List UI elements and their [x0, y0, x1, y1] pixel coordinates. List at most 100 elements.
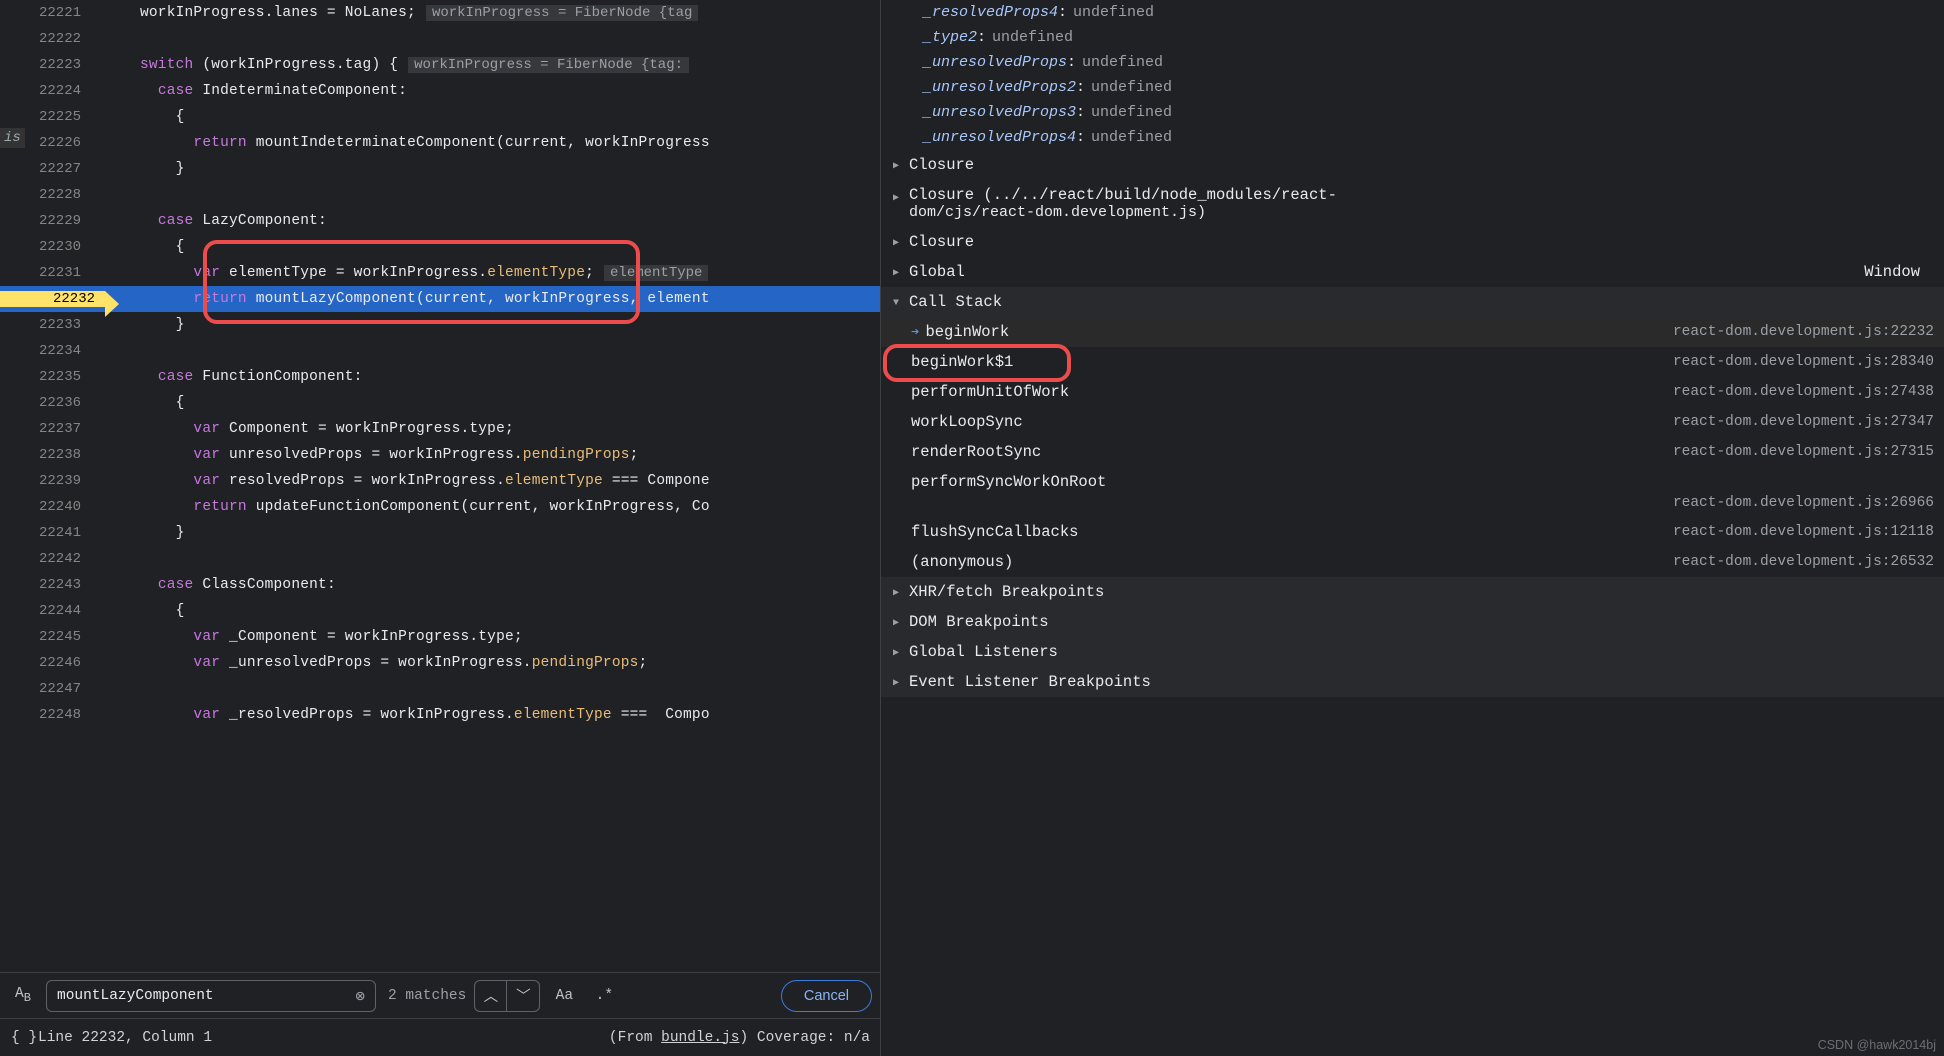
find-input[interactable]: [57, 988, 355, 1004]
code-content[interactable]: case FunctionComponent:: [140, 369, 363, 385]
pretty-print-icon[interactable]: { }: [10, 1030, 38, 1046]
callstack-header[interactable]: Call Stack: [881, 287, 1944, 317]
code-line[interactable]: 22244 {: [0, 598, 880, 624]
code-content[interactable]: var unresolvedProps = workInProgress.pen…: [140, 447, 639, 463]
find-prev-icon[interactable]: ︿: [475, 981, 507, 1011]
code-content[interactable]: var resolvedProps = workInProgress.eleme…: [140, 473, 710, 489]
clear-icon[interactable]: ⊗: [355, 986, 365, 1006]
code-line[interactable]: 22233 }: [0, 312, 880, 338]
callstack-frame[interactable]: beginWork$1react-dom.development.js:2834…: [881, 347, 1944, 377]
code-content[interactable]: }: [140, 525, 185, 541]
callstack-frame[interactable]: performUnitOfWorkreact-dom.development.j…: [881, 377, 1944, 407]
code-content[interactable]: {: [140, 239, 185, 255]
line-number[interactable]: 22242: [0, 551, 105, 567]
debug-section[interactable]: Event Listener Breakpoints: [881, 667, 1944, 697]
callstack-frame[interactable]: ➔beginWorkreact-dom.development.js:22232: [881, 317, 1944, 347]
code-content[interactable]: }: [140, 161, 185, 177]
line-number[interactable]: 22225: [0, 109, 105, 125]
debug-section[interactable]: XHR/fetch Breakpoints: [881, 577, 1944, 607]
line-number[interactable]: 22232: [0, 291, 105, 307]
scope-closure-2[interactable]: Closure (../../react/build/node_modules/…: [881, 180, 1944, 227]
code-content[interactable]: return mountLazyComponent(current, workI…: [140, 291, 710, 307]
scope-variable[interactable]: _unresolvedProps4:undefined: [881, 125, 1944, 150]
line-number[interactable]: 22226: [0, 135, 105, 151]
code-line[interactable]: 22235 case FunctionComponent:: [0, 364, 880, 390]
code-line[interactable]: 22248 var _resolvedProps = workInProgres…: [0, 702, 880, 728]
line-number[interactable]: 22239: [0, 473, 105, 489]
code-content[interactable]: var _resolvedProps = workInProgress.elem…: [140, 707, 710, 723]
debug-section[interactable]: DOM Breakpoints: [881, 607, 1944, 637]
scope-closure-3[interactable]: Closure: [881, 227, 1944, 257]
code-area[interactable]: 22221workInProgress.lanes = NoLanes;work…: [0, 0, 880, 972]
code-line[interactable]: 22238 var unresolvedProps = workInProgre…: [0, 442, 880, 468]
code-content[interactable]: case LazyComponent:: [140, 213, 327, 229]
code-content[interactable]: case IndeterminateComponent:: [140, 83, 407, 99]
scope-variable[interactable]: _unresolvedProps:undefined: [881, 50, 1944, 75]
line-number[interactable]: 22229: [0, 213, 105, 229]
code-content[interactable]: {: [140, 109, 185, 125]
code-line[interactable]: 22236 {: [0, 390, 880, 416]
line-number[interactable]: 22223: [0, 57, 105, 73]
find-next-icon[interactable]: ﹀: [507, 981, 539, 1011]
scope-variable[interactable]: _resolvedProps4:undefined: [881, 0, 1944, 25]
code-content[interactable]: var _Component = workInProgress.type;: [140, 629, 523, 645]
line-number[interactable]: 22248: [0, 707, 105, 723]
line-number[interactable]: 22234: [0, 343, 105, 359]
line-number[interactable]: 22227: [0, 161, 105, 177]
line-number[interactable]: 22238: [0, 447, 105, 463]
line-number[interactable]: 22235: [0, 369, 105, 385]
code-content[interactable]: }: [140, 317, 185, 333]
code-line[interactable]: 22241 }: [0, 520, 880, 546]
code-line[interactable]: 22240 return updateFunctionComponent(cur…: [0, 494, 880, 520]
code-content[interactable]: var _unresolvedProps = workInProgress.pe…: [140, 655, 647, 671]
code-line[interactable]: 22228: [0, 182, 880, 208]
line-number[interactable]: 22243: [0, 577, 105, 593]
line-number[interactable]: 22240: [0, 499, 105, 515]
code-line[interactable]: 22242: [0, 546, 880, 572]
code-content[interactable]: workInProgress.lanes = NoLanes;: [140, 5, 416, 21]
scope-variable[interactable]: _unresolvedProps2:undefined: [881, 75, 1944, 100]
code-line[interactable]: 22226 return mountIndeterminateComponent…: [0, 130, 880, 156]
code-content[interactable]: var Component = workInProgress.type;: [140, 421, 514, 437]
code-line[interactable]: 22237 var Component = workInProgress.typ…: [0, 416, 880, 442]
code-line[interactable]: 22223switch (workInProgress.tag) {workIn…: [0, 52, 880, 78]
line-number[interactable]: 22228: [0, 187, 105, 203]
code-line[interactable]: 22230 {: [0, 234, 880, 260]
line-number[interactable]: 22245: [0, 629, 105, 645]
line-number[interactable]: 22230: [0, 239, 105, 255]
code-line[interactable]: 22225 {: [0, 104, 880, 130]
code-line[interactable]: 22246 var _unresolvedProps = workInProgr…: [0, 650, 880, 676]
code-line[interactable]: 22232 return mountLazyComponent(current,…: [0, 286, 880, 312]
line-number[interactable]: 22247: [0, 681, 105, 697]
scope-closure-1[interactable]: Closure: [881, 150, 1944, 180]
code-line[interactable]: 22243 case ClassComponent:: [0, 572, 880, 598]
match-case-toggle[interactable]: Aa: [548, 980, 580, 1012]
code-content[interactable]: {: [140, 395, 185, 411]
code-content[interactable]: switch (workInProgress.tag) {: [140, 57, 398, 73]
line-number[interactable]: 22222: [0, 31, 105, 47]
code-line[interactable]: 22239 var resolvedProps = workInProgress…: [0, 468, 880, 494]
code-content[interactable]: {: [140, 603, 185, 619]
callstack-frame[interactable]: performSyncWorkOnRootreact-dom.developme…: [881, 467, 1944, 517]
code-line[interactable]: 22234: [0, 338, 880, 364]
line-number[interactable]: 22231: [0, 265, 105, 281]
line-number[interactable]: 22224: [0, 83, 105, 99]
regex-toggle[interactable]: .*: [588, 980, 620, 1012]
callstack-frame[interactable]: (anonymous)react-dom.development.js:2653…: [881, 547, 1944, 577]
code-content[interactable]: case ClassComponent:: [140, 577, 336, 593]
code-line[interactable]: 22231 var elementType = workInProgress.e…: [0, 260, 880, 286]
scope-variable[interactable]: _type2:undefined: [881, 25, 1944, 50]
code-line[interactable]: 22224 case IndeterminateComponent:: [0, 78, 880, 104]
callstack-frame[interactable]: renderRootSyncreact-dom.development.js:2…: [881, 437, 1944, 467]
code-content[interactable]: var elementType = workInProgress.element…: [140, 265, 594, 281]
code-line[interactable]: 22221workInProgress.lanes = NoLanes;work…: [0, 0, 880, 26]
line-number[interactable]: 22237: [0, 421, 105, 437]
scope-variable[interactable]: _unresolvedProps3:undefined: [881, 100, 1944, 125]
line-number[interactable]: 22246: [0, 655, 105, 671]
line-number[interactable]: 22244: [0, 603, 105, 619]
code-line[interactable]: 22222: [0, 26, 880, 52]
debug-section[interactable]: Global Listeners: [881, 637, 1944, 667]
code-line[interactable]: 22229 case LazyComponent:: [0, 208, 880, 234]
line-number[interactable]: 22236: [0, 395, 105, 411]
code-line[interactable]: 22247: [0, 676, 880, 702]
